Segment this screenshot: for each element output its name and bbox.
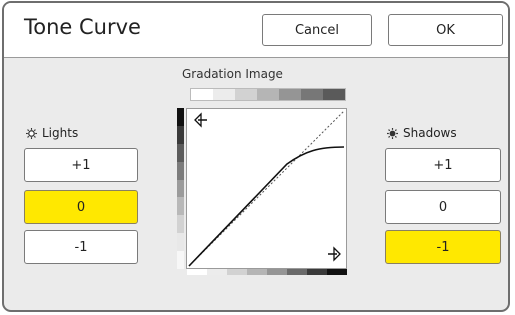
- lights-minus1-button[interactable]: -1: [24, 230, 138, 264]
- gradation-title: Gradation Image: [182, 67, 283, 81]
- lights-plus1-button[interactable]: +1: [24, 148, 138, 182]
- shadows-label-group: Shadows: [387, 126, 457, 140]
- shadows-minus1-button[interactable]: -1: [385, 230, 501, 264]
- vertical-gray-scale: [177, 108, 184, 270]
- shadow-point-icon[interactable]: [328, 246, 341, 262]
- cancel-button[interactable]: Cancel: [262, 14, 372, 46]
- shadows-0-button[interactable]: 0: [385, 190, 501, 224]
- lights-label: Lights: [42, 126, 79, 140]
- lights-label-group: Lights: [26, 126, 78, 140]
- gradation-strip: [190, 88, 346, 101]
- highlight-point-icon[interactable]: [194, 112, 207, 128]
- dialog-title: Tone Curve: [24, 15, 141, 39]
- shadows-plus1-button[interactable]: +1: [385, 148, 501, 182]
- tone-curve-dialog: Tone Curve Cancel OK Gradation Image Lig…: [2, 1, 510, 312]
- horizontal-gray-scale: [187, 269, 347, 275]
- tone-curve-chart[interactable]: [186, 108, 347, 269]
- lights-0-button[interactable]: 0: [24, 190, 138, 224]
- ok-button[interactable]: OK: [388, 14, 503, 46]
- sun-outline-icon: [26, 127, 37, 139]
- curve-graph: [188, 110, 345, 267]
- tone-curve-line: [188, 146, 345, 267]
- shadows-label: Shadows: [403, 126, 457, 140]
- sun-filled-icon: [387, 127, 398, 139]
- title-bar: Tone Curve Cancel OK: [4, 3, 508, 58]
